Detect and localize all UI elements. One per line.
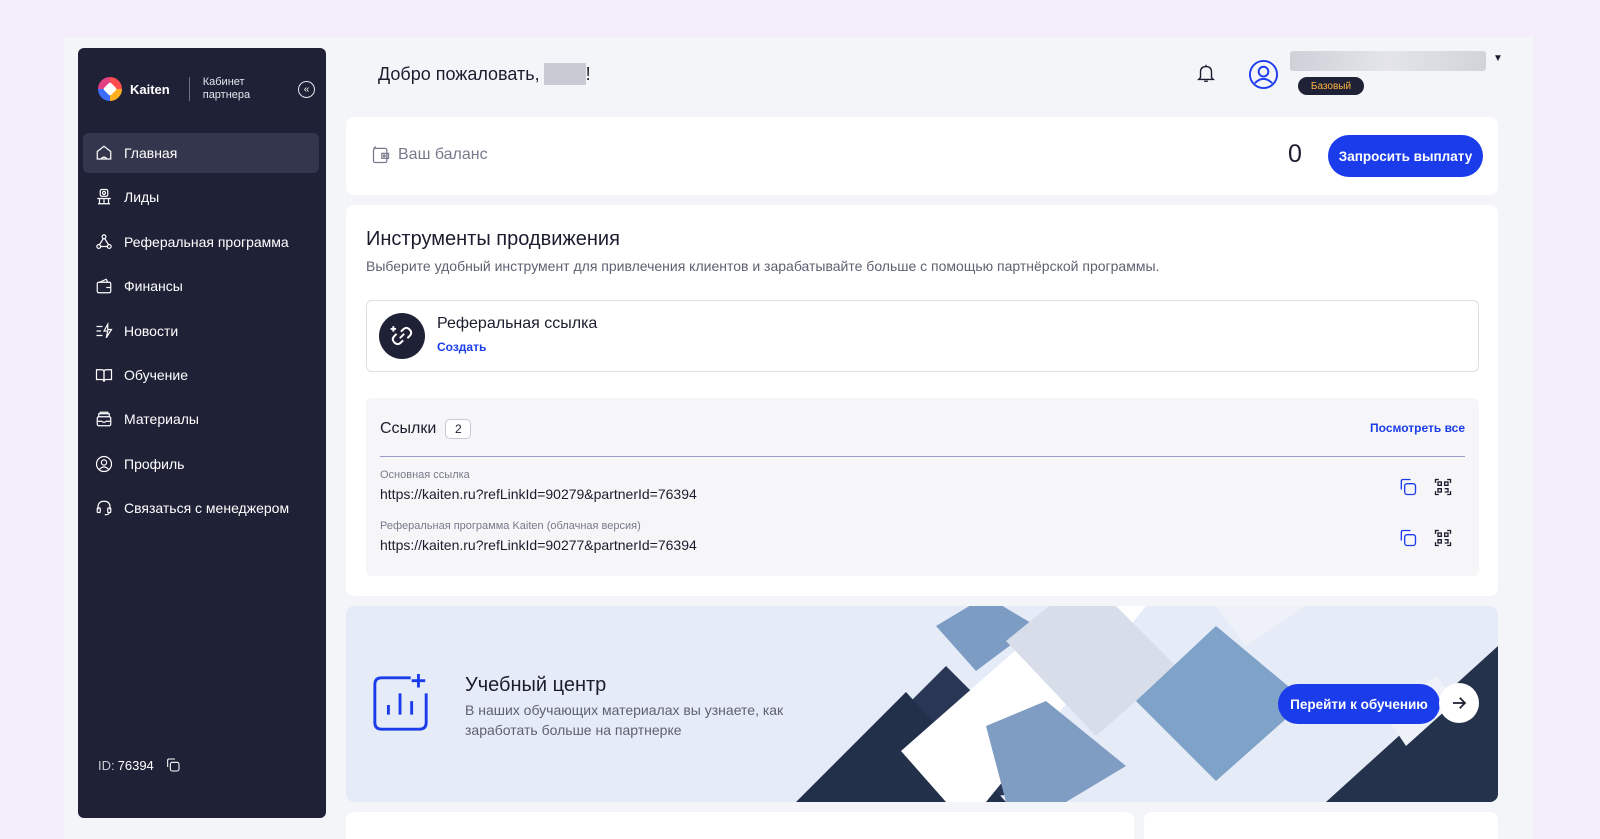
tools-subtitle: Выберите удобный инструмент для привлече… xyxy=(366,258,1160,274)
link-url[interactable]: https://kaiten.ru?refLinkId=90277&partne… xyxy=(380,537,697,553)
copy-icon[interactable] xyxy=(1398,528,1418,548)
sidebar-item-label: Реферальная программа xyxy=(124,233,289,250)
tools-title: Инструменты продвижения xyxy=(366,228,620,250)
partner-id: ID: 76394 xyxy=(98,757,181,773)
partner-id-label: ID: xyxy=(98,757,115,773)
home-icon xyxy=(95,144,113,162)
brand-divider xyxy=(188,77,190,101)
view-all-link[interactable]: Посмотреть все xyxy=(1370,421,1465,435)
notifications-bell-icon[interactable] xyxy=(1195,62,1219,86)
sidebar-nav: Главная Лиды Реферальная программа Финан… xyxy=(83,133,319,533)
bottom-card-left xyxy=(346,812,1134,839)
sidebar-item-label: Профиль xyxy=(124,455,185,472)
balance-label: Ваш баланс xyxy=(371,145,488,165)
sidebar-item-label: Материалы xyxy=(124,411,199,428)
sidebar-item-home[interactable]: Главная xyxy=(83,133,319,173)
partner-id-value: 76394 xyxy=(117,757,154,773)
divider xyxy=(380,456,1465,457)
links-title: Ссылки xyxy=(380,420,437,437)
welcome-suffix: ! xyxy=(585,63,591,84)
leads-icon xyxy=(95,188,113,206)
links-panel: Ссылки 2 Посмотреть все Основная ссылка … xyxy=(366,398,1479,576)
balance-card: Ваш баланс 0 Запросить выплату xyxy=(346,117,1498,195)
sidebar-item-label: Главная xyxy=(124,145,178,161)
links-header: Ссылки 2 xyxy=(380,419,472,439)
referral-link-card[interactable]: Реферальная ссылка Создать xyxy=(366,300,1479,372)
kaiten-logo-icon xyxy=(98,77,122,101)
wallet-icon xyxy=(372,146,390,164)
learning-description: В наших обучающих материалах вы узнаете,… xyxy=(465,702,784,738)
app-window: Kaiten Кабинет партнера « Главная Лиды Р… xyxy=(64,37,1534,839)
brand[interactable]: Kaiten Кабинет партнера xyxy=(98,68,273,110)
user-email-redacted[interactable] xyxy=(1290,51,1486,71)
list-item: Основная ссылка https://kaiten.ru?refLin… xyxy=(380,469,1465,509)
link-label: Основная ссылка xyxy=(380,469,470,481)
sidebar-item-news[interactable]: Новости xyxy=(83,311,319,351)
welcome-text: Добро пожаловать, xyxy=(378,63,540,84)
sidebar-item-label: Лиды xyxy=(124,189,160,206)
learning-title: Учебный центр xyxy=(465,674,607,696)
links-count-badge: 2 xyxy=(445,419,472,439)
collapse-sidebar-icon[interactable]: « xyxy=(298,81,315,98)
chart-plus-icon xyxy=(370,672,432,734)
sidebar-item-profile[interactable]: Профиль xyxy=(83,444,319,484)
qr-code-icon[interactable] xyxy=(1433,528,1453,548)
copy-id-icon[interactable] xyxy=(165,757,181,773)
news-icon xyxy=(95,321,113,340)
page-title: Добро пожаловать, ! xyxy=(378,63,591,85)
balance-label-text: Ваш баланс xyxy=(398,146,488,163)
sidebar-item-label: Обучение xyxy=(124,366,189,383)
add-link-icon xyxy=(379,313,425,359)
sidebar-item-contact-manager[interactable]: Связаться с менеджером xyxy=(83,488,319,528)
materials-icon xyxy=(95,410,113,428)
referral-link-title: Реферальная ссылка xyxy=(437,315,598,332)
headset-icon xyxy=(95,499,113,517)
bottom-card-right xyxy=(1144,812,1498,839)
sidebar-item-label: Финансы xyxy=(124,278,183,295)
plan-badge: Базовый xyxy=(1298,77,1364,95)
user-avatar-icon[interactable] xyxy=(1248,59,1279,90)
balance-value: 0 xyxy=(1288,140,1302,168)
sidebar-item-learning[interactable]: Обучение xyxy=(83,355,319,395)
profile-icon xyxy=(95,455,113,473)
sidebar-item-label: Связаться с менеджером xyxy=(124,500,290,517)
arrow-right-icon[interactable] xyxy=(1439,683,1479,723)
list-item: Реферальная программа Kaiten (облачная в… xyxy=(380,520,1465,560)
sidebar-item-finance[interactable]: Финансы xyxy=(83,266,319,306)
link-url[interactable]: https://kaiten.ru?refLinkId=90279&partne… xyxy=(380,486,697,502)
sidebar-item-leads[interactable]: Лиды xyxy=(83,177,319,217)
wallet-icon xyxy=(95,277,113,295)
request-payout-button[interactable]: Запросить выплату xyxy=(1328,135,1483,177)
qr-code-icon[interactable] xyxy=(1433,477,1453,497)
brand-name: Kaiten xyxy=(130,81,170,97)
brand-subtitle: Кабинет партнера xyxy=(202,76,251,101)
book-icon xyxy=(95,366,113,384)
create-link-button[interactable]: Создать xyxy=(437,340,486,354)
sidebar: Kaiten Кабинет партнера « Главная Лиды Р… xyxy=(78,48,326,818)
go-to-learning-button[interactable]: Перейти к обучению xyxy=(1278,684,1440,724)
promotion-tools-card: Инструменты продвижения Выберите удобный… xyxy=(346,205,1498,596)
learning-center-banner: Учебный центр В наших обучающих материал… xyxy=(346,606,1498,802)
user-name-redacted xyxy=(543,63,586,85)
sidebar-item-materials[interactable]: Материалы xyxy=(83,399,319,439)
copy-icon[interactable] xyxy=(1398,477,1418,497)
sidebar-item-referral[interactable]: Реферальная программа xyxy=(83,222,319,262)
referral-icon xyxy=(95,233,113,251)
sidebar-item-label: Новости xyxy=(124,322,179,339)
link-label: Реферальная программа Kaiten (облачная в… xyxy=(380,520,641,532)
user-menu-dropdown-icon[interactable]: ▼ xyxy=(1493,53,1503,64)
